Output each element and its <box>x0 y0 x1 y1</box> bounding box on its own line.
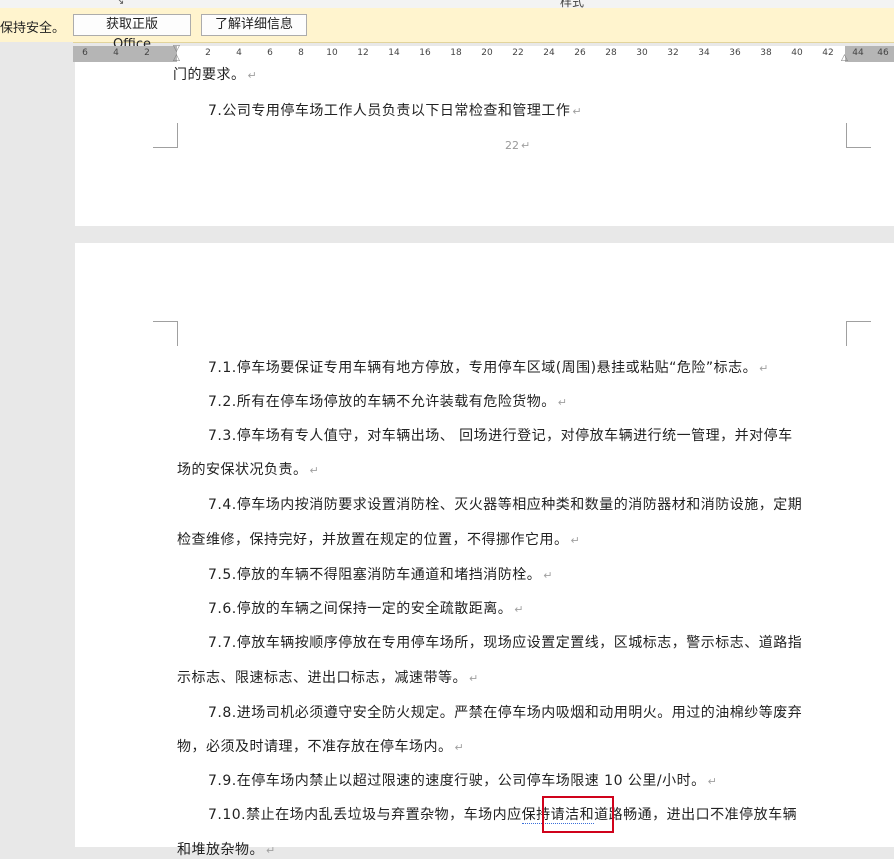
ruler-tick: 12 <box>357 48 369 58</box>
paragraph-7-8-line1: 7.8.进场司机必须遵守安全防火规定。严禁在停车场内吸烟和动用明火。用过的油棉纱… <box>208 705 803 721</box>
paragraph-7-10-line2: 和堆放杂物。 ↵ <box>177 842 276 858</box>
paragraph-7-4-line2: 检查维修，保持完好，并放置在规定的位置，不得挪作它用。 ↵ <box>177 532 581 548</box>
document-page-22[interactable]: 门的要求。 ↵ 7.公司专用停车场工作人员负责以下日常检查和管理工作 ↵ 22 ↵ <box>75 62 894 226</box>
ruler-tick: 34 <box>698 48 710 58</box>
paragraph-7-7-line2: 示标志、限速标志、进出口标志，减速带等。 ↵ <box>177 670 479 686</box>
ruler-tick: 26 <box>574 48 586 58</box>
page-number: 22 ↵ <box>505 139 531 152</box>
ruler-tick: 6 <box>82 48 88 58</box>
ruler-tick: 2 <box>205 48 211 58</box>
horizontal-ruler[interactable]: 6 4 2 2 4 6 8 10 12 14 16 18 20 22 24 26… <box>73 44 894 63</box>
margin-corner-bottom-right <box>846 123 871 148</box>
ruler-tick: 10 <box>326 48 338 58</box>
paragraph-7-2: 7.2.所有在停车场停放的车辆不允许装载有危险货物。 ↵ <box>208 394 568 410</box>
ruler-tick: 36 <box>729 48 741 58</box>
left-margin-area <box>0 42 73 847</box>
document-page-23[interactable]: 7.1.停车场要保证专用车辆有地方停放，专用停车区域(周围)悬挂或粘贴“危险”标… <box>75 243 894 858</box>
ruler-tick: 2 <box>144 48 150 58</box>
paragraph-7-10-line1: 7.10.禁止在场内乱丢垃圾与弃置杂物，车场内应保持请洁和道路畅通，进出口不准停… <box>208 807 798 824</box>
paragraph-7-5: 7.5.停放的车辆不得阻塞消防车通道和堵挡消防栓。 ↵ <box>208 567 553 583</box>
paragraph-7-1: 7.1.停车场要保证专用车辆有地方停放，专用停车区域(周围)悬挂或粘贴“危险”标… <box>208 360 769 376</box>
ruler-tick: 16 <box>419 48 431 58</box>
paragraph-7-3-line1: 7.3.停车场有专人值守，对车辆出场、 回场进行登记，对停放车辆进行统一管理，并… <box>208 428 793 444</box>
ruler-tick: 30 <box>636 48 648 58</box>
ruler-tick: 18 <box>450 48 462 58</box>
margin-corner-bottom-left <box>153 123 178 148</box>
highlight-annotation-box <box>542 796 614 833</box>
ruler-tick: 6 <box>267 48 273 58</box>
ruler-tick: 32 <box>667 48 679 58</box>
dialog-launcher-icon[interactable]: ↘ <box>116 0 124 7</box>
ruler-tick: 8 <box>298 48 304 58</box>
paragraph-7-6: 7.6.停放的车辆之间保持一定的安全疏散距离。 ↵ <box>208 601 524 617</box>
get-genuine-office-button[interactable]: 获取正版 Office <box>73 14 191 52</box>
ruler-tick: 38 <box>760 48 772 58</box>
paragraph-7-4-line1: 7.4.停车场内按消防要求设置消防栓、灭火器等相应种类和数量的消防器材和消防设施… <box>208 497 803 513</box>
ruler-tick: 14 <box>388 48 400 58</box>
ruler-tick: 20 <box>481 48 493 58</box>
paragraph-7-8-line2: 物，必须及时请理，不准存放在停车场内。 ↵ <box>177 739 465 755</box>
ruler-tick: 42 <box>822 48 834 58</box>
learn-more-button[interactable]: 了解详细信息 <box>201 14 307 36</box>
message-bar-text: 保持安全。 <box>0 21 66 36</box>
ruler-tick: 46 <box>877 48 889 58</box>
margin-corner-top-right <box>846 321 871 346</box>
message-bar: 保持安全。 获取正版 Office 了解详细信息 <box>0 8 894 52</box>
paragraph-partial: 门的要求。 ↵ <box>173 67 258 83</box>
ruler-tick: 4 <box>236 48 242 58</box>
ruler-tick: 28 <box>605 48 617 58</box>
paragraph-7-heading: 7.公司专用停车场工作人员负责以下日常检查和管理工作 ↵ <box>208 103 583 119</box>
ruler-tick: 44 <box>852 48 864 58</box>
paragraph-7-3-line2: 场的安保状况负责。 ↵ <box>177 462 320 478</box>
margin-corner-top-left <box>153 321 178 346</box>
ruler-tick: 40 <box>791 48 803 58</box>
ruler-tick: 24 <box>543 48 555 58</box>
paragraph-7-7-line1: 7.7.停放车辆按顺序停放在专用停车场所，现场应设置定置线，区城标志，警示标志、… <box>208 635 803 651</box>
paragraph-7-9: 7.9.在停车场内禁止以超过限速的速度行驶，公司停车场限速 10 公里/小时。 ↵ <box>208 773 718 789</box>
ruler-tick: 4 <box>113 48 119 58</box>
ruler-tick: 22 <box>512 48 524 58</box>
